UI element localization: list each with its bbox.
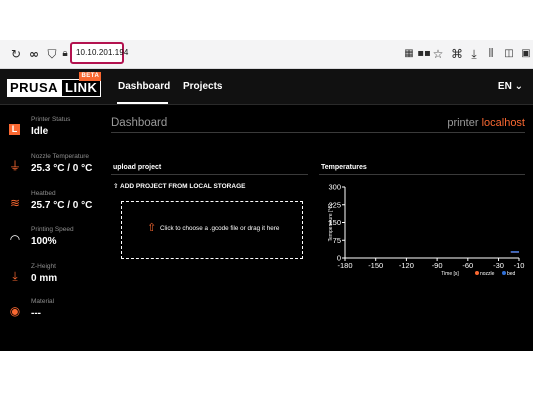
upload-panel-title: upload project	[113, 164, 162, 171]
status-speed: ◠ Printing Speed 100%	[0, 226, 105, 262]
puzzle-icon[interactable]: ⌘	[450, 46, 464, 62]
x-tick-label: -150	[368, 261, 383, 270]
status-value: Idle	[31, 126, 49, 137]
status-label: Z-Height	[31, 263, 56, 270]
qr-icon[interactable]: ▦	[402, 46, 416, 62]
language-selector[interactable]: EN ⌄	[498, 81, 523, 92]
chevron-down-icon: ⌄	[514, 81, 523, 92]
add-project-label: ADD PROJECT FROM LOCAL STORAGE	[120, 183, 246, 190]
x-tick-label: -180	[337, 261, 352, 270]
nozzle-icon: ⏚	[8, 159, 21, 173]
top-navigation: PRUSA LINK BETA Dashboard Projects EN ⌄	[0, 69, 533, 105]
infinity-icon[interactable]: ∞	[27, 46, 41, 62]
status-printer: L Printer Status Idle	[0, 116, 105, 152]
x-axis-label: Time [s]	[441, 271, 459, 277]
status-value: 25.3 °C / 0 °C	[31, 163, 93, 174]
sidebar-icon[interactable]: ◫	[502, 46, 516, 62]
z-height-icon: ⤓	[12, 269, 18, 283]
status-material: ◉ Material ---	[0, 298, 105, 334]
address-bar[interactable]: 10.10.201.194	[70, 42, 128, 64]
temperatures-panel-rule	[319, 174, 525, 175]
status-label: Heatbed	[31, 190, 56, 197]
legend-marker-nozzle	[475, 271, 479, 275]
upload-arrow-icon: ⇧	[113, 182, 119, 190]
x-tick-label: -60	[462, 261, 473, 270]
temperature-chart: 075150225300-180 -150 -120 -90 -60 -30 -10Time…	[328, 183, 525, 278]
status-z-height: ⤓ Z-Height 0 mm	[0, 263, 105, 299]
active-tab-indicator	[117, 102, 168, 104]
shield-icon[interactable]: ⛉	[45, 46, 59, 62]
x-tick-label: -30	[493, 261, 504, 270]
page-title: Dashboard	[111, 117, 168, 129]
status-label: Material	[31, 298, 55, 305]
legend-label-bed: bed	[507, 271, 516, 277]
dropzone-text: Click to choose a .gcode file or drag it…	[160, 225, 280, 232]
status-value: 100%	[31, 236, 57, 247]
prusa-link-app: PRUSA LINK BETA Dashboard Projects EN ⌄ …	[0, 69, 533, 351]
star-icon[interactable]: ☆	[431, 46, 445, 62]
beta-badge: BETA	[79, 72, 102, 81]
status-label: Printing Speed	[31, 226, 74, 233]
material-icon: ◉	[9, 304, 21, 318]
upload-file-icon: ⇧	[147, 221, 157, 234]
account-icon[interactable]: ▣	[519, 46, 533, 62]
upload-panel-rule	[111, 174, 308, 175]
y-tick-label: 300	[328, 183, 341, 192]
url-text: 10.10.201.194	[76, 48, 129, 57]
file-dropzone[interactable]: ⇧ Click to choose a .gcode file or drag …	[121, 201, 303, 259]
add-project-button[interactable]: ⇧ ADD PROJECT FROM LOCAL STORAGE	[113, 182, 245, 190]
printer-label: printer	[447, 117, 479, 129]
status-heatbed: ≋ Heatbed 25.7 °C / 0 °C	[0, 190, 105, 226]
x-tick-label: -90	[432, 261, 443, 270]
nav-projects[interactable]: Projects	[183, 81, 222, 92]
nav-dashboard[interactable]: Dashboard	[118, 81, 170, 92]
status-value: 0 mm	[31, 273, 58, 284]
header-divider	[111, 132, 525, 133]
printer-host: localhost	[481, 117, 525, 129]
prusa-link-logo[interactable]: PRUSA LINK BETA	[7, 72, 102, 97]
legend-label-nozzle: nozzle	[480, 271, 495, 277]
logo-link-label: LINK	[65, 80, 98, 95]
download-icon[interactable]: ⤓	[467, 46, 481, 62]
status-label: Nozzle Temperature	[31, 153, 90, 160]
library-icon[interactable]: ⫼	[484, 46, 498, 62]
reload-icon[interactable]: ↻	[9, 46, 23, 62]
status-label: Printer Status	[31, 116, 71, 123]
status-value: 25.7 °C / 0 °C	[31, 200, 93, 211]
heatbed-icon: ≋	[9, 196, 21, 210]
printer-status-icon: L	[9, 124, 20, 135]
legend-marker-bed	[502, 271, 506, 275]
logo-prusa-text: PRUSA	[7, 79, 62, 97]
x-tick-label: -120	[399, 261, 414, 270]
language-label: EN	[497, 81, 512, 92]
logo-link-text: LINK BETA	[61, 72, 102, 97]
y-axis-label: Temperature [°C]	[328, 203, 334, 241]
speedometer-icon: ◠	[9, 232, 21, 246]
status-nozzle: ⏚ Nozzle Temperature 25.3 °C / 0 °C	[0, 153, 105, 189]
printer-name: printer localhost	[447, 117, 525, 129]
status-value: ---	[31, 308, 41, 319]
grid-icon[interactable]: ▪▪	[417, 46, 431, 62]
temperatures-panel-title: Temperatures	[321, 164, 367, 171]
x-tick-label: -10	[514, 261, 525, 270]
